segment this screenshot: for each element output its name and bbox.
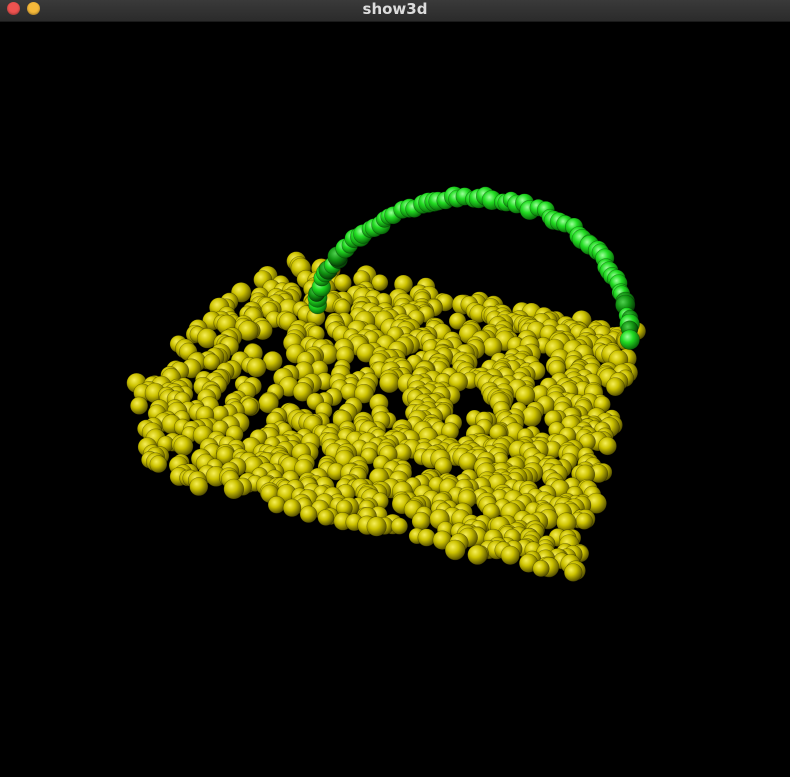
body-point bbox=[378, 372, 400, 394]
body-point bbox=[467, 544, 488, 565]
window-title: show3d bbox=[362, 0, 428, 18]
body-point bbox=[390, 517, 409, 535]
body-point bbox=[246, 357, 267, 378]
body-point bbox=[598, 436, 617, 456]
basket-body-points bbox=[126, 251, 647, 582]
body-point bbox=[130, 396, 149, 415]
body-point bbox=[299, 505, 318, 524]
body-point bbox=[149, 455, 168, 474]
body-point bbox=[189, 477, 209, 497]
title-bar[interactable]: show3d bbox=[0, 0, 790, 22]
body-point bbox=[532, 559, 550, 578]
body-point bbox=[366, 516, 387, 537]
point-cloud bbox=[126, 186, 647, 582]
body-point bbox=[223, 478, 245, 500]
body-point bbox=[267, 495, 286, 514]
body-point bbox=[605, 377, 625, 397]
body-point bbox=[500, 545, 520, 565]
body-point bbox=[444, 539, 466, 561]
body-point bbox=[563, 563, 583, 582]
body-point bbox=[417, 528, 436, 547]
body-point bbox=[575, 512, 593, 530]
body-point bbox=[282, 498, 302, 518]
body-point bbox=[173, 436, 194, 457]
body-point bbox=[371, 274, 389, 292]
body-point bbox=[317, 509, 335, 526]
3d-viewport[interactable] bbox=[0, 22, 790, 777]
handle-point bbox=[619, 329, 640, 350]
body-point bbox=[411, 511, 431, 531]
app-window: show3d bbox=[0, 0, 790, 777]
